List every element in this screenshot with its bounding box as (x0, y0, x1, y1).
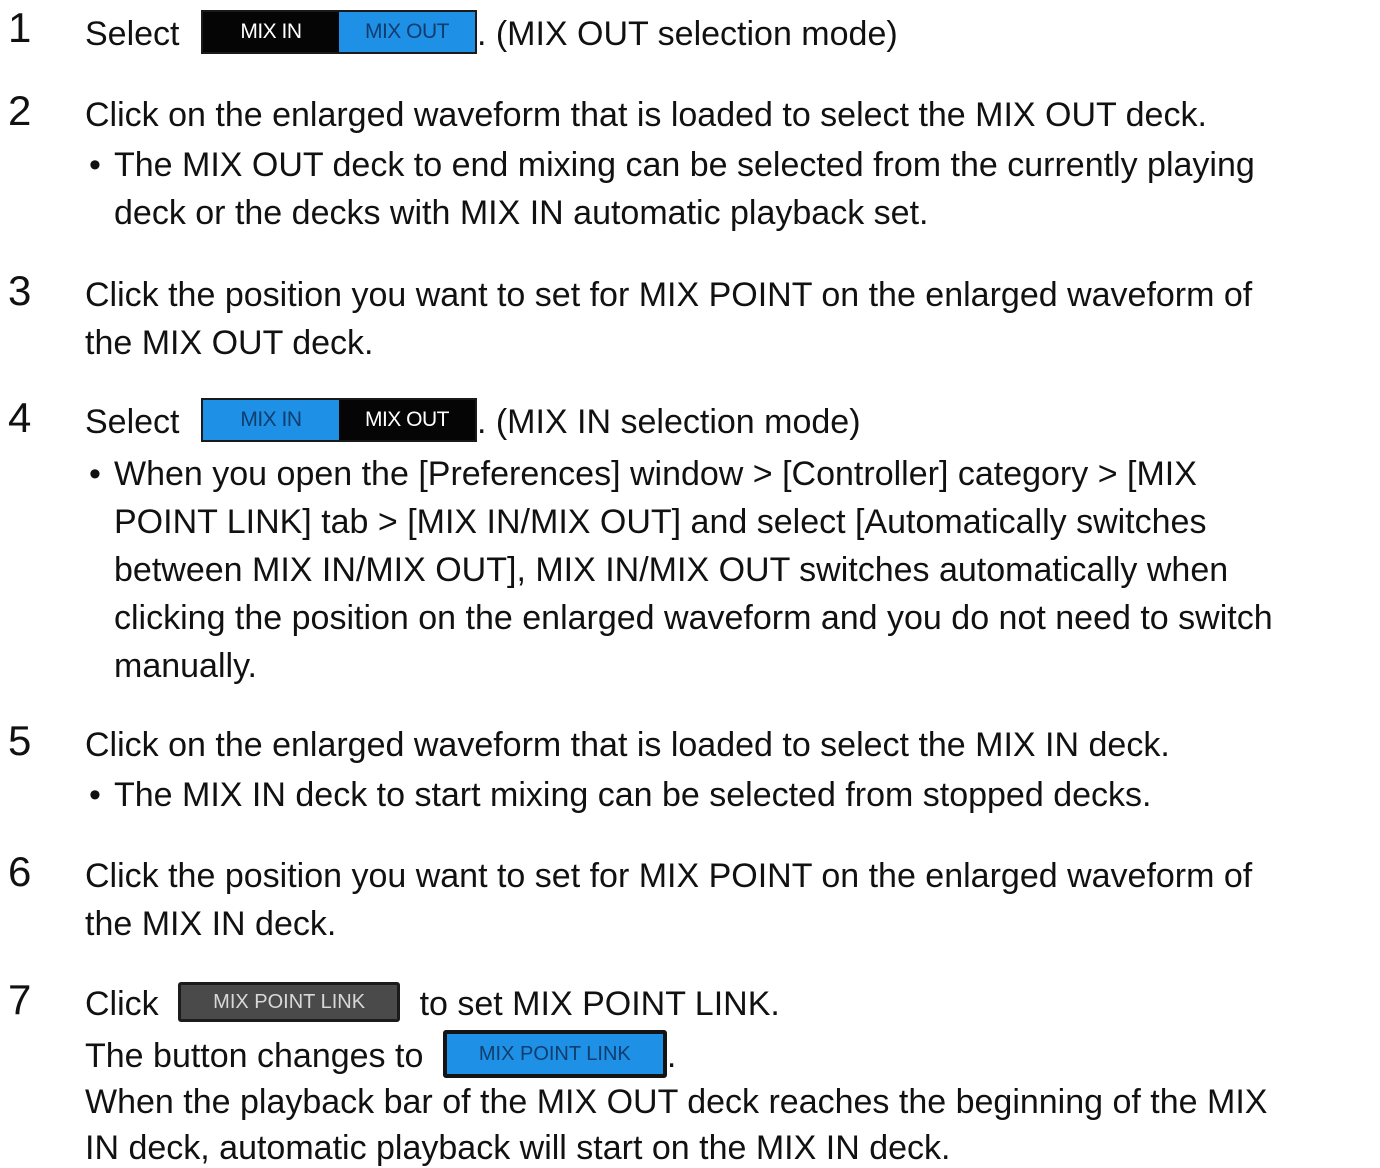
step-line: Click MIX POINT LINK to set MIX POINT LI… (85, 982, 780, 1026)
step-number: 4 (8, 394, 32, 441)
bullet-text: When you open the [Preferences] window >… (114, 455, 1197, 493)
step-text: Click (85, 985, 159, 1023)
step-number: 6 (8, 848, 32, 895)
step-text: Select (85, 403, 180, 441)
step-text: Click the position you want to set for M… (85, 276, 1253, 314)
mix-out-segment[interactable]: MIX OUT (338, 12, 475, 53)
bullet-text: The MIX IN deck to start mixing can be s… (114, 776, 1152, 814)
step-number: 1 (8, 4, 32, 51)
mix-out-segment[interactable]: MIX OUT (338, 400, 475, 441)
step-line: Select MIX IN MIX OUT . (MIX OUT selecti… (85, 10, 898, 58)
step-text: Select (85, 15, 180, 53)
bullet-text: between MIX IN/MIX OUT], MIX IN/MIX OUT … (114, 551, 1229, 589)
bullet-text: The MIX OUT deck to end mixing can be se… (114, 146, 1255, 184)
mix-point-link-button-active[interactable]: MIX POINT LINK (442, 1030, 667, 1078)
step-text: When the playback bar of the MIX OUT dec… (85, 1083, 1268, 1121)
step-number: 7 (8, 976, 32, 1023)
mix-point-link-button[interactable]: MIX POINT LINK (178, 982, 401, 1023)
step-number: 2 (8, 87, 32, 134)
step-number: 3 (8, 267, 32, 314)
step-text: Click on the enlarged waveform that is l… (85, 726, 1170, 764)
step-text: the MIX IN deck. (85, 905, 337, 943)
step-text: The button changes to (85, 1036, 424, 1075)
bullet-marker: • (89, 776, 101, 814)
mix-in-out-toggle[interactable]: MIX IN MIX OUT (200, 398, 477, 443)
step-text: to set MIX POINT LINK. (419, 985, 780, 1023)
step-line: The button changes to MIX POINT LINK. (85, 1030, 677, 1082)
step-number: 5 (8, 717, 32, 764)
step-text: IN deck, automatic playback will start o… (85, 1129, 951, 1167)
bullet-text: clicking the position on the enlarged wa… (114, 599, 1273, 637)
mix-in-segment[interactable]: MIX IN (202, 12, 339, 53)
bullet-marker: • (89, 455, 101, 493)
step-text: . (MIX IN selection mode) (476, 403, 861, 441)
bullet-text: deck or the decks with MIX IN automatic … (114, 194, 929, 232)
bullet-text: POINT LINK] tab > [MIX IN/MIX OUT] and s… (114, 503, 1207, 541)
step-text: . (666, 1036, 677, 1075)
mix-in-segment[interactable]: MIX IN (202, 400, 339, 441)
step-text: the MIX OUT deck. (85, 324, 374, 362)
mix-in-out-toggle[interactable]: MIX IN MIX OUT (200, 10, 477, 55)
step-line: Select MIX IN MIX OUT . (MIX IN selectio… (85, 398, 861, 446)
bullet-text: manually. (114, 647, 257, 685)
step-text: . (MIX OUT selection mode) (476, 15, 898, 53)
step-text: Click on the enlarged waveform that is l… (85, 96, 1207, 134)
step-text: Click the position you want to set for M… (85, 857, 1253, 895)
bullet-marker: • (89, 146, 101, 184)
